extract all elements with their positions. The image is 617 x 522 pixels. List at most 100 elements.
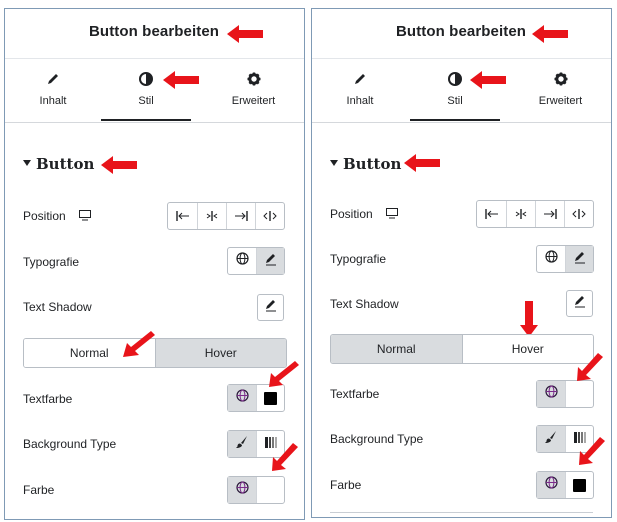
annotation-arrow [123, 329, 157, 359]
section-button-toggle[interactable]: Button [330, 155, 401, 173]
panel-title: Button bearbeiten [396, 23, 527, 40]
color-swatch-black [573, 478, 586, 492]
brush-icon [235, 435, 249, 454]
tab-inhalt[interactable]: Inhalt [5, 59, 101, 123]
farbe-label: Farbe [23, 483, 55, 497]
annotation-arrow [271, 441, 301, 473]
editor-panel-normal: Button bearbeiten Inhalt Stil Erweitert [4, 8, 305, 520]
align-center-button[interactable] [506, 201, 535, 227]
pencil-icon [264, 298, 278, 317]
caret-down-icon [23, 160, 31, 166]
annotation-arrow [576, 351, 606, 383]
desktop-icon [386, 208, 399, 222]
gear-icon [508, 72, 611, 88]
position-label: Position [23, 209, 92, 224]
typografie-label: Typografie [23, 255, 80, 269]
global-color-button[interactable] [228, 385, 256, 411]
annotation-arrow [227, 25, 263, 43]
state-normal-tab[interactable]: Normal [331, 335, 462, 363]
typografie-controls [227, 247, 285, 275]
annotation-arrow [101, 156, 137, 174]
tab-inhalt[interactable]: Inhalt [312, 59, 408, 123]
farbe-swatch-empty[interactable] [256, 477, 284, 503]
tab-label: Erweitert [538, 95, 583, 107]
panel-header: Button bearbeiten [5, 9, 304, 59]
tab-erweitert[interactable]: Erweitert [201, 59, 304, 123]
panel-title: Button bearbeiten [89, 23, 220, 40]
panel-header: Button bearbeiten [312, 9, 611, 59]
gear-icon [201, 72, 304, 88]
color-swatch-black [264, 391, 277, 405]
align-stretch-button[interactable] [564, 201, 593, 227]
textfarbe-swatch-empty[interactable] [565, 381, 593, 407]
pencil-icon [5, 72, 101, 88]
edit-text-shadow-button[interactable] [257, 294, 284, 321]
align-start-button[interactable] [168, 203, 197, 229]
tab-stil[interactable]: Stil [410, 59, 500, 123]
brush-icon [544, 430, 558, 449]
align-end-button[interactable] [226, 203, 255, 229]
edit-text-shadow-button[interactable] [566, 290, 593, 317]
annotation-arrow [578, 435, 608, 467]
classic-background-button[interactable] [228, 431, 256, 457]
pencil-icon [573, 294, 587, 313]
textfarbe-controls [536, 380, 594, 408]
global-color-button[interactable] [537, 472, 565, 498]
pencil-icon [312, 72, 408, 88]
textfarbe-label: Textfarbe [330, 387, 380, 401]
global-color-button[interactable] [537, 381, 565, 407]
globe-icon [235, 252, 249, 270]
tab-label: Stil [447, 95, 463, 107]
tab-erweitert[interactable]: Erweitert [508, 59, 611, 123]
annotation-arrow [520, 301, 538, 337]
edit-typografie-button[interactable] [565, 246, 593, 272]
text-shadow-label: Text Shadow [330, 297, 399, 311]
annotation-arrow [163, 71, 199, 89]
align-center-button[interactable] [197, 203, 226, 229]
background-type-label: Background Type [23, 437, 117, 451]
globe-icon [235, 389, 249, 407]
tab-stil[interactable]: Stil [101, 59, 191, 123]
tab-bar: Inhalt Stil Erweitert [5, 59, 304, 123]
tab-label: Erweitert [231, 95, 276, 107]
farbe-label: Farbe [330, 478, 362, 492]
text-shadow-label: Text Shadow [23, 300, 92, 314]
state-toggle: Normal Hover [330, 334, 594, 364]
globe-icon [544, 250, 558, 268]
tab-bar: Inhalt Stil Erweitert [312, 59, 611, 123]
section-button-toggle[interactable]: Button [23, 155, 94, 173]
globe-icon [544, 385, 558, 403]
annotation-arrow [404, 154, 440, 172]
globe-button[interactable] [228, 248, 256, 274]
background-type-label: Background Type [330, 432, 424, 446]
divider [330, 512, 593, 513]
align-end-button[interactable] [535, 201, 564, 227]
textfarbe-label: Textfarbe [23, 392, 73, 406]
tab-label: Inhalt [39, 95, 67, 107]
classic-background-button[interactable] [537, 426, 565, 452]
position-buttons [167, 202, 285, 230]
align-stretch-button[interactable] [255, 203, 284, 229]
farbe-controls [536, 471, 594, 499]
typografie-controls [536, 245, 594, 273]
position-label: Position [330, 207, 399, 222]
pencil-icon [573, 250, 587, 269]
globe-icon [235, 481, 249, 499]
globe-icon [544, 476, 558, 494]
section-title: Button [36, 155, 95, 173]
state-hover-tab[interactable]: Hover [462, 335, 593, 363]
global-color-button[interactable] [228, 477, 256, 503]
editor-panel-hover: Button bearbeiten Inhalt Stil Erweitert [311, 8, 612, 518]
annotation-arrow [470, 71, 506, 89]
tab-label: Stil [138, 95, 154, 107]
position-buttons [476, 200, 594, 228]
annotation-arrow [532, 25, 568, 43]
align-start-button[interactable] [477, 201, 506, 227]
globe-button[interactable] [537, 246, 565, 272]
caret-down-icon [330, 160, 338, 166]
edit-typografie-button[interactable] [256, 248, 284, 274]
farbe-swatch[interactable] [565, 472, 593, 498]
farbe-controls [227, 476, 285, 504]
desktop-icon [79, 210, 92, 224]
annotation-arrow [267, 359, 301, 389]
